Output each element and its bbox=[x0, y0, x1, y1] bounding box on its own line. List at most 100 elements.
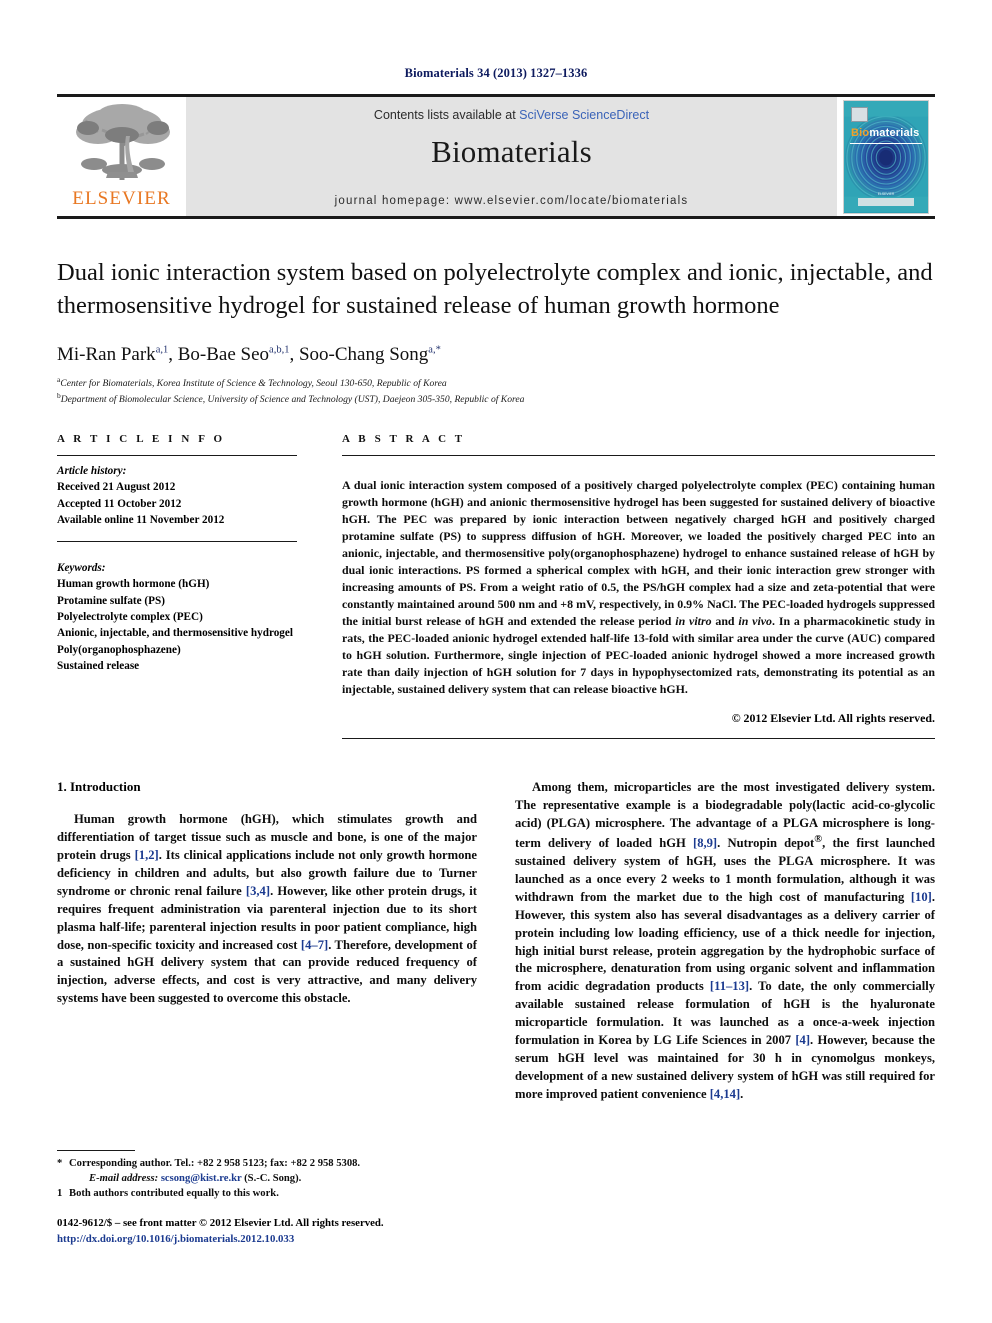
affiliation-item: bDepartment of Biomolecular Science, Uni… bbox=[57, 391, 935, 407]
email-address-label: E-mail address: bbox=[89, 1173, 159, 1185]
abstract-italic-in-vivo: in vivo bbox=[738, 614, 772, 629]
doi-link[interactable]: http://dx.doi.org/10.1016/j.biomaterials… bbox=[57, 1232, 487, 1248]
footnote-corresponding-author: * Corresponding author. Tel.: +82 2 958 5… bbox=[57, 1156, 457, 1186]
abstract-text: A dual ionic interaction system composed… bbox=[342, 468, 935, 698]
body-column-left: 1. Introduction Human growth hormone (hG… bbox=[57, 779, 477, 1103]
sciencedirect-link[interactable]: SciVerse ScienceDirect bbox=[519, 108, 649, 122]
journal-homepage-link[interactable]: journal homepage: www.elsevier.com/locat… bbox=[335, 195, 689, 207]
keyword-item: Protamine sulfate (PS) bbox=[57, 594, 165, 607]
citation-ref[interactable]: [10] bbox=[911, 890, 932, 904]
article-history-item: Available online 11 November 2012 bbox=[57, 513, 225, 526]
keyword-item: Human growth hormone (hGH) bbox=[57, 578, 210, 591]
affiliation-text: Department of Biomolecular Science, Univ… bbox=[60, 394, 525, 406]
footnote-divider bbox=[57, 1150, 135, 1151]
intro-seg: . However, this system also has several … bbox=[515, 889, 935, 994]
footnote-marker: * bbox=[57, 1158, 63, 1169]
author-affiliation-marker: a,* bbox=[428, 344, 441, 356]
article-page: Biomaterials 34 (2013) 1327–1336 ELSEVIE… bbox=[0, 0, 992, 1323]
cover-title-rest: materials bbox=[869, 126, 920, 139]
citation-ref[interactable]: [4,14] bbox=[710, 1087, 740, 1101]
info-abstract-section: A R T I C L E I N F O Article history: R… bbox=[57, 433, 935, 740]
page-footer: 0142-9612/$ – see front matter © 2012 El… bbox=[57, 1216, 487, 1247]
article-history-block: Article history: Received 21 August 2012… bbox=[57, 456, 297, 528]
contents-available-line: Contents lists available at SciVerse Sci… bbox=[374, 108, 649, 122]
journal-masthead: ELSEVIER Contents lists available at Sci… bbox=[57, 94, 935, 216]
keywords-label: Keywords: bbox=[57, 561, 106, 574]
keywords-block: Keywords: Human growth hormone (hGH) Pro… bbox=[57, 553, 297, 674]
citation-ref[interactable]: [4] bbox=[795, 1033, 810, 1047]
author-separator: , bbox=[289, 344, 299, 366]
intro-paragraph-right: Among them, microparticles are the most … bbox=[515, 779, 935, 1103]
abstract-italic-in-vitro: in vitro bbox=[675, 614, 712, 629]
article-history-item: Accepted 11 October 2012 bbox=[57, 497, 182, 510]
affiliation-text: Center for Biomaterials, Korea Institute… bbox=[60, 378, 447, 390]
elsevier-wordmark: ELSEVIER bbox=[72, 188, 171, 209]
citation-ref[interactable]: [8,9] bbox=[693, 836, 717, 850]
keyword-item: Anionic, injectable, and thermosensitive… bbox=[57, 627, 293, 640]
abstract-seg: and bbox=[711, 614, 739, 629]
abstract-heading: A B S T R A C T bbox=[342, 433, 466, 446]
corresponding-email-link[interactable]: scsong@kist.re.kr bbox=[161, 1173, 242, 1184]
title-block: Dual ionic interaction system based on p… bbox=[57, 257, 935, 407]
cover-elsevier-mark-icon bbox=[851, 106, 868, 122]
footnotes-block: * Corresponding author. Tel.: +82 2 958 5… bbox=[57, 1150, 457, 1201]
cover-thumbnail-block: Biomaterials ELSEVIER bbox=[837, 97, 935, 216]
masthead-bottom-rule bbox=[57, 216, 935, 219]
keyword-item: Polyelectrolyte complex (PEC) bbox=[57, 610, 203, 623]
cover-journal-title: Biomaterials bbox=[851, 127, 919, 139]
author-name: Soo-Chang Song bbox=[298, 344, 429, 366]
abstract-bottom-rule bbox=[342, 738, 935, 740]
abstract-copyright: © 2012 Elsevier Ltd. All rights reserved… bbox=[731, 711, 935, 726]
running-head: Biomaterials 34 (2013) 1327–1336 bbox=[404, 66, 588, 80]
email-suffix: (S.-C. Song). bbox=[241, 1173, 302, 1185]
affiliation-item: aCenter for Biomaterials, Korea Institut… bbox=[57, 375, 935, 391]
author-name: Bo-Bae Seo bbox=[177, 344, 270, 366]
issn-copyright-line: 0142-9612/$ – see front matter © 2012 El… bbox=[57, 1217, 384, 1229]
cover-divider bbox=[850, 142, 922, 144]
intro-seg: . Nutropin depot bbox=[717, 836, 815, 851]
journal-cover-thumbnail[interactable]: Biomaterials ELSEVIER bbox=[843, 99, 929, 214]
author-entry: Mi-Ran Parka,1 bbox=[57, 344, 168, 365]
cover-footer-caption: ELSEVIER bbox=[877, 191, 895, 196]
article-info-heading: A R T I C L E I N F O bbox=[57, 433, 226, 446]
citation-ref[interactable]: [4–7] bbox=[301, 938, 328, 952]
journal-title: Biomaterials bbox=[431, 134, 592, 169]
section-heading-introduction: 1. Introduction bbox=[57, 779, 141, 795]
registered-trademark-symbol: ® bbox=[814, 834, 823, 846]
author-list: Mi-Ran Parka,1, Bo-Bae Seoa,b,1, Soo-Cha… bbox=[57, 344, 935, 366]
contents-prefix-text: Contents lists available at bbox=[373, 108, 520, 122]
article-title: Dual ionic interaction system based on p… bbox=[57, 259, 933, 319]
article-history-item: Received 21 August 2012 bbox=[57, 481, 176, 494]
intro-seg: . bbox=[740, 1086, 744, 1101]
keyword-item: Sustained release bbox=[57, 659, 140, 672]
citation-ref[interactable]: [11–13] bbox=[710, 979, 749, 993]
abstract-seg: A dual ionic interaction system composed… bbox=[342, 478, 935, 629]
footnote-text: Both authors contributed equally to this… bbox=[69, 1188, 279, 1200]
body-column-right: Among them, microparticles are the most … bbox=[515, 779, 935, 1103]
abstract-rule bbox=[342, 455, 935, 457]
cover-title-highlight: Bio bbox=[851, 126, 870, 139]
footnote-equal-contribution: 1 Both authors contributed equally to thi… bbox=[57, 1186, 457, 1201]
body-columns: 1. Introduction Human growth hormone (hG… bbox=[57, 779, 935, 1103]
affiliation-list: aCenter for Biomaterials, Korea Institut… bbox=[57, 375, 935, 407]
footnote-text: Corresponding author. Tel.: +82 2 958 51… bbox=[69, 1158, 361, 1169]
keywords-rule bbox=[57, 540, 297, 542]
citation-ref[interactable]: [3,4] bbox=[246, 884, 270, 898]
author-separator: , bbox=[168, 344, 178, 366]
elsevier-tree-icon bbox=[75, 104, 170, 180]
citation-ref[interactable]: [1,2] bbox=[135, 848, 159, 862]
author-affiliation-marker: a,b,1 bbox=[269, 344, 290, 356]
author-entry: Bo-Bae Seoa,b,1 bbox=[178, 344, 290, 365]
publisher-logo-block: ELSEVIER bbox=[57, 97, 186, 216]
keyword-item: Poly(organophosphazene) bbox=[57, 643, 181, 656]
keywords-list: Human growth hormone (hGH) Protamine sul… bbox=[57, 576, 297, 674]
cover-footer-bar bbox=[858, 197, 914, 206]
masthead-center: Contents lists available at SciVerse Sci… bbox=[186, 97, 837, 216]
intro-paragraph-left: Human growth hormone (hGH), which stimul… bbox=[57, 811, 477, 1008]
article-history-label: Article history: bbox=[57, 465, 127, 478]
article-info-column: A R T I C L E I N F O Article history: R… bbox=[57, 433, 319, 739]
footnote-marker: 1 bbox=[57, 1188, 63, 1200]
author-name: Mi-Ran Park bbox=[57, 344, 156, 366]
author-entry: Soo-Chang Songa,* bbox=[299, 344, 441, 365]
author-affiliation-marker: a,1 bbox=[155, 344, 169, 356]
